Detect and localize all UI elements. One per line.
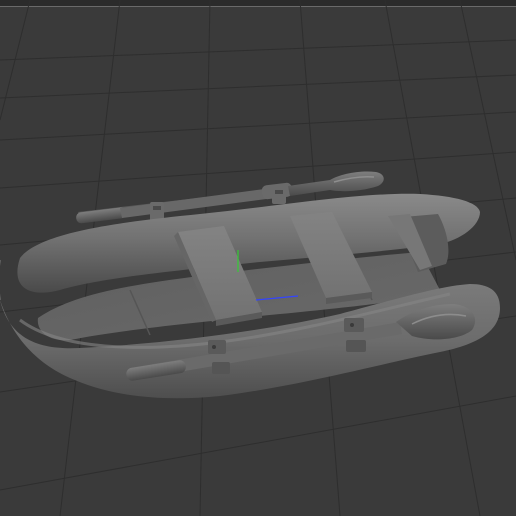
- viewport-scene[interactable]: [0, 0, 516, 516]
- 3d-viewport[interactable]: [0, 0, 516, 516]
